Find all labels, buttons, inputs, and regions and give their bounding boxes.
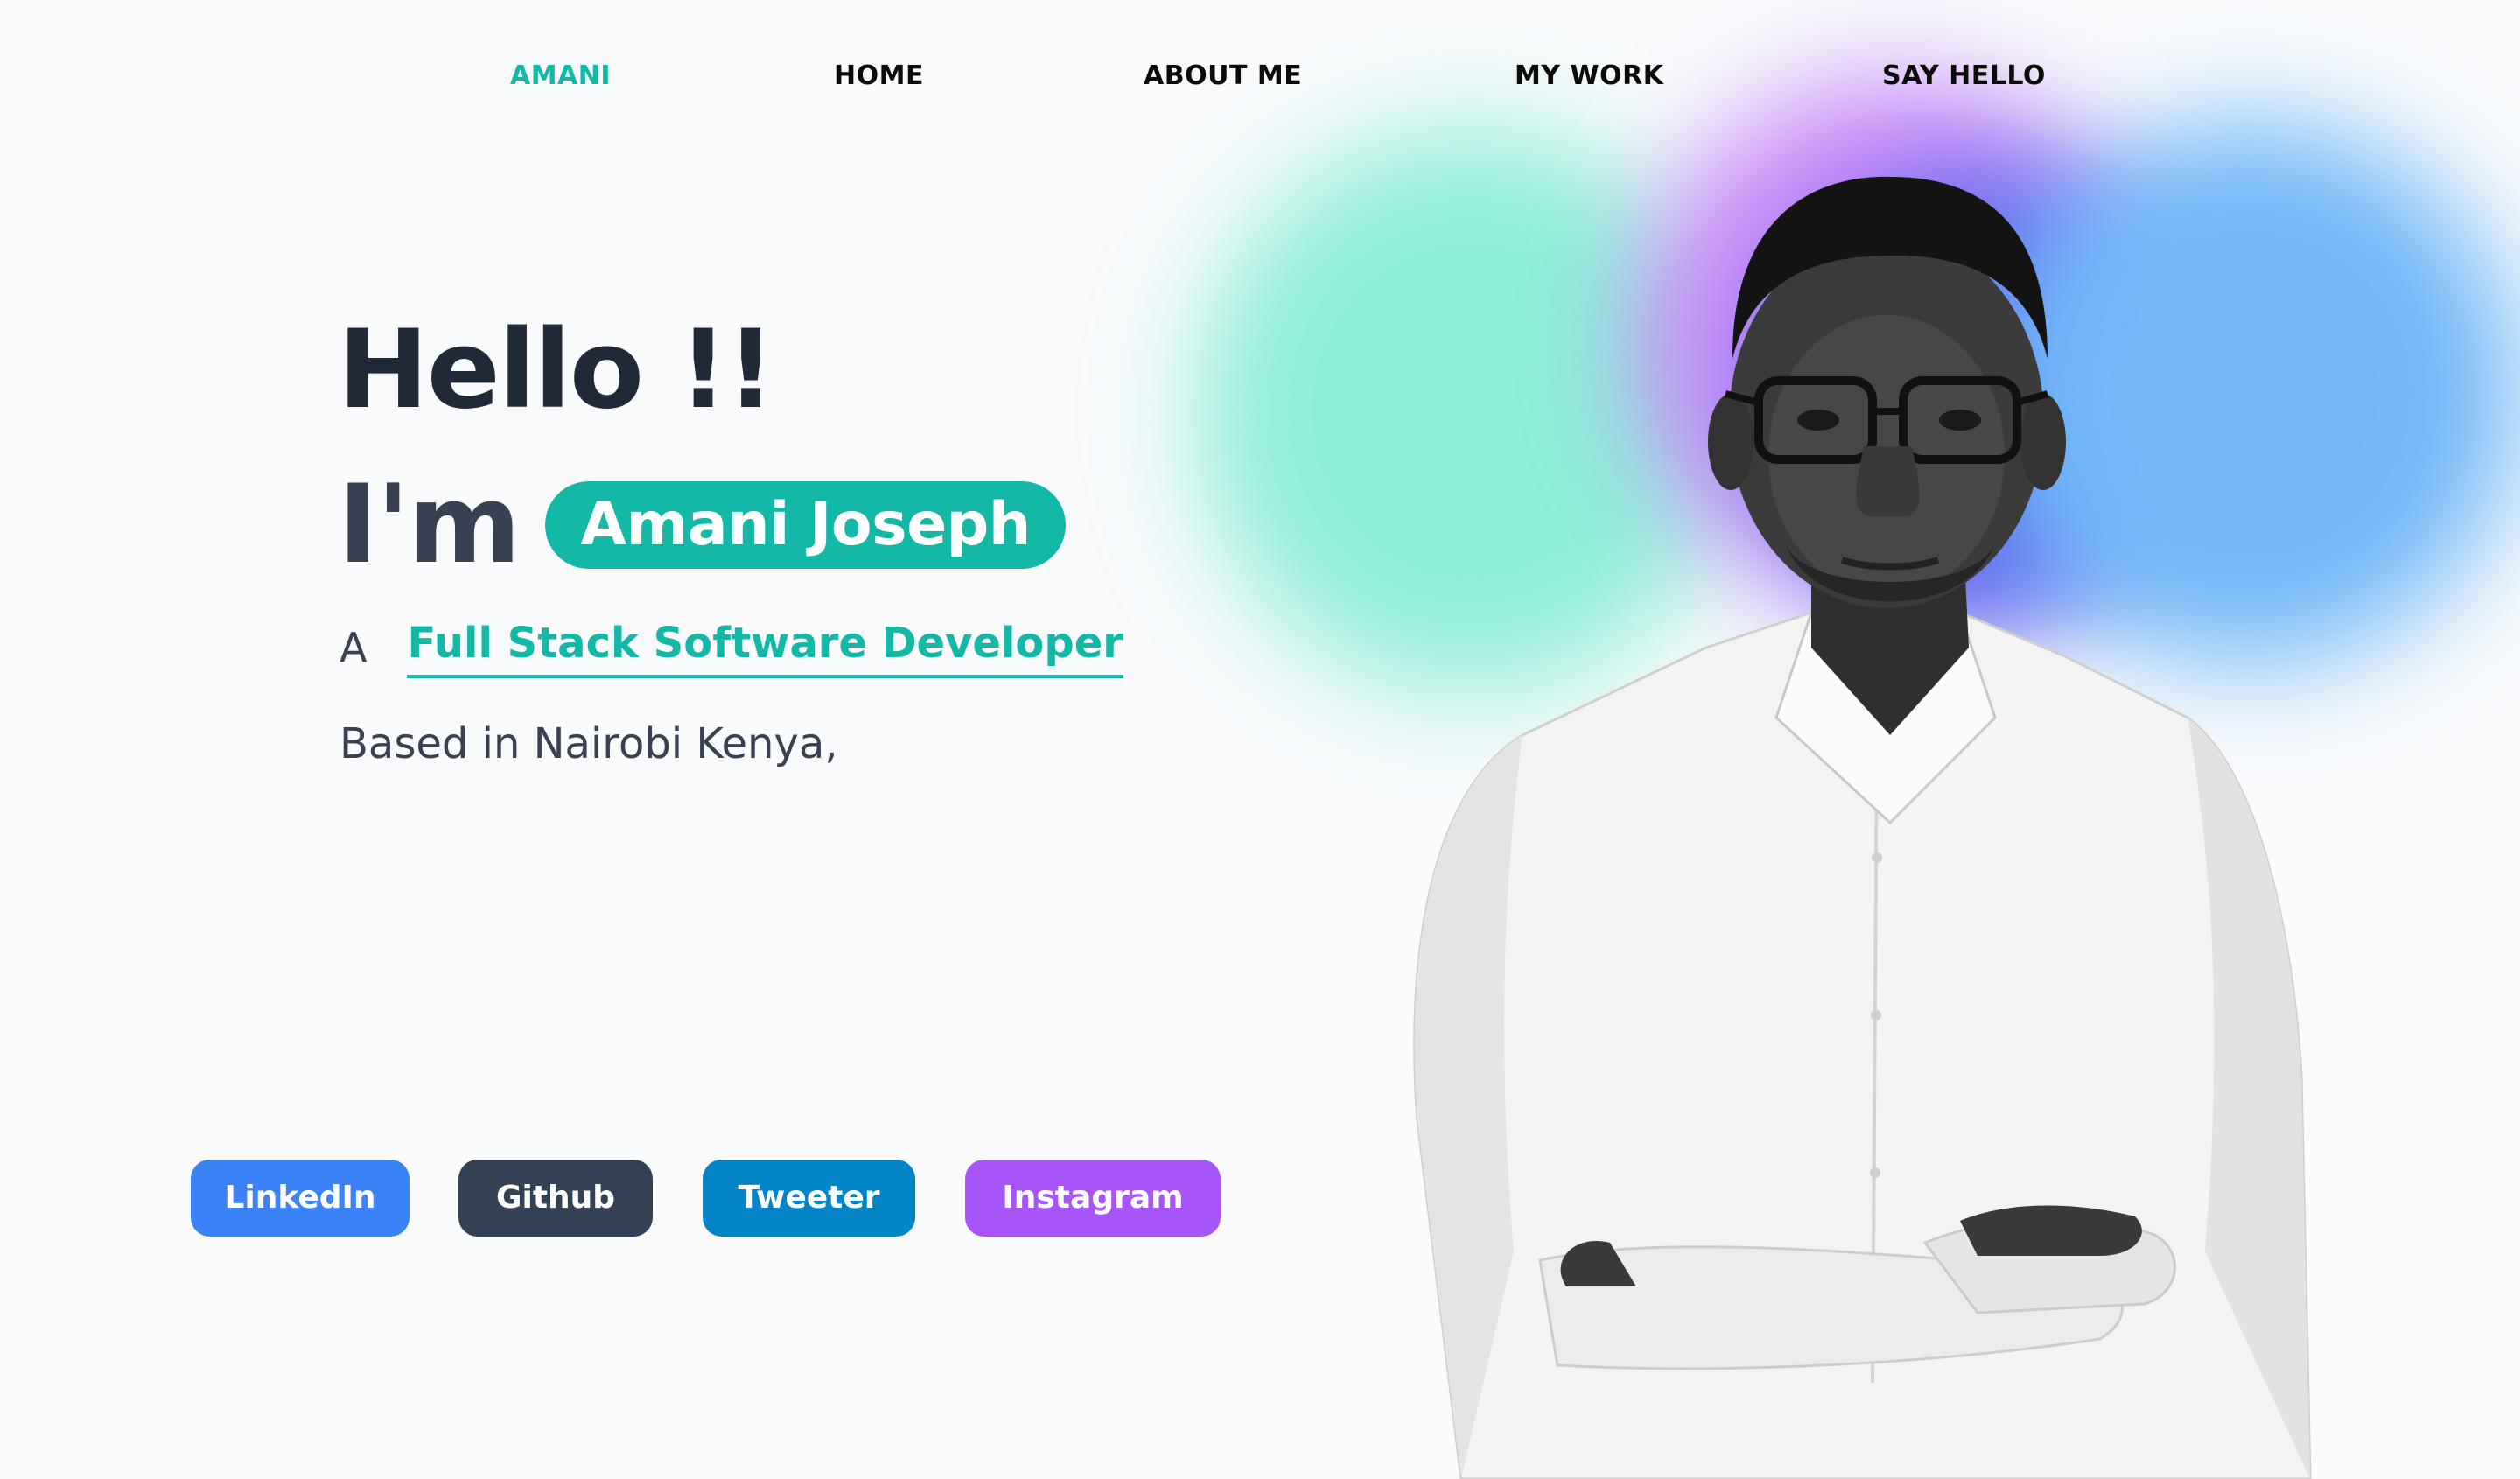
role-title: Full Stack Software Developer bbox=[407, 617, 1124, 678]
name-badge: Amani Joseph bbox=[545, 481, 1066, 569]
location-text: Based in Nairobi Kenya, bbox=[340, 719, 838, 768]
nav-about-link[interactable]: ABOUT ME bbox=[1144, 54, 1302, 98]
hero-greeting: Hello !! bbox=[338, 307, 775, 433]
portfolio-page: AMANI HOME ABOUT ME MY WORK SAY HELLO He… bbox=[0, 0, 2520, 1479]
github-button[interactable]: Github bbox=[458, 1160, 653, 1237]
tweeter-button[interactable]: Tweeter bbox=[703, 1160, 915, 1237]
hero-intro-row: I'm Amani Joseph bbox=[338, 455, 1066, 595]
nav-home-link[interactable]: HOME bbox=[834, 54, 924, 98]
role-prefix: A bbox=[340, 624, 368, 671]
instagram-button[interactable]: Instagram bbox=[965, 1160, 1221, 1237]
nav-say-hello-link[interactable]: SAY HELLO bbox=[1882, 54, 2046, 98]
nav-my-work-link[interactable]: MY WORK bbox=[1515, 54, 1663, 98]
role-line: A Full Stack Software Developer bbox=[340, 613, 1124, 683]
person-photo-icon bbox=[1413, 176, 2312, 1479]
top-navigation: AMANI HOME ABOUT ME MY WORK SAY HELLO bbox=[0, 54, 2520, 98]
profile-portrait bbox=[1400, 158, 2362, 1479]
brand-logo-link[interactable]: AMANI bbox=[510, 54, 611, 98]
hero-intro: I'm bbox=[338, 462, 521, 588]
linkedin-button[interactable]: LinkedIn bbox=[191, 1160, 410, 1237]
